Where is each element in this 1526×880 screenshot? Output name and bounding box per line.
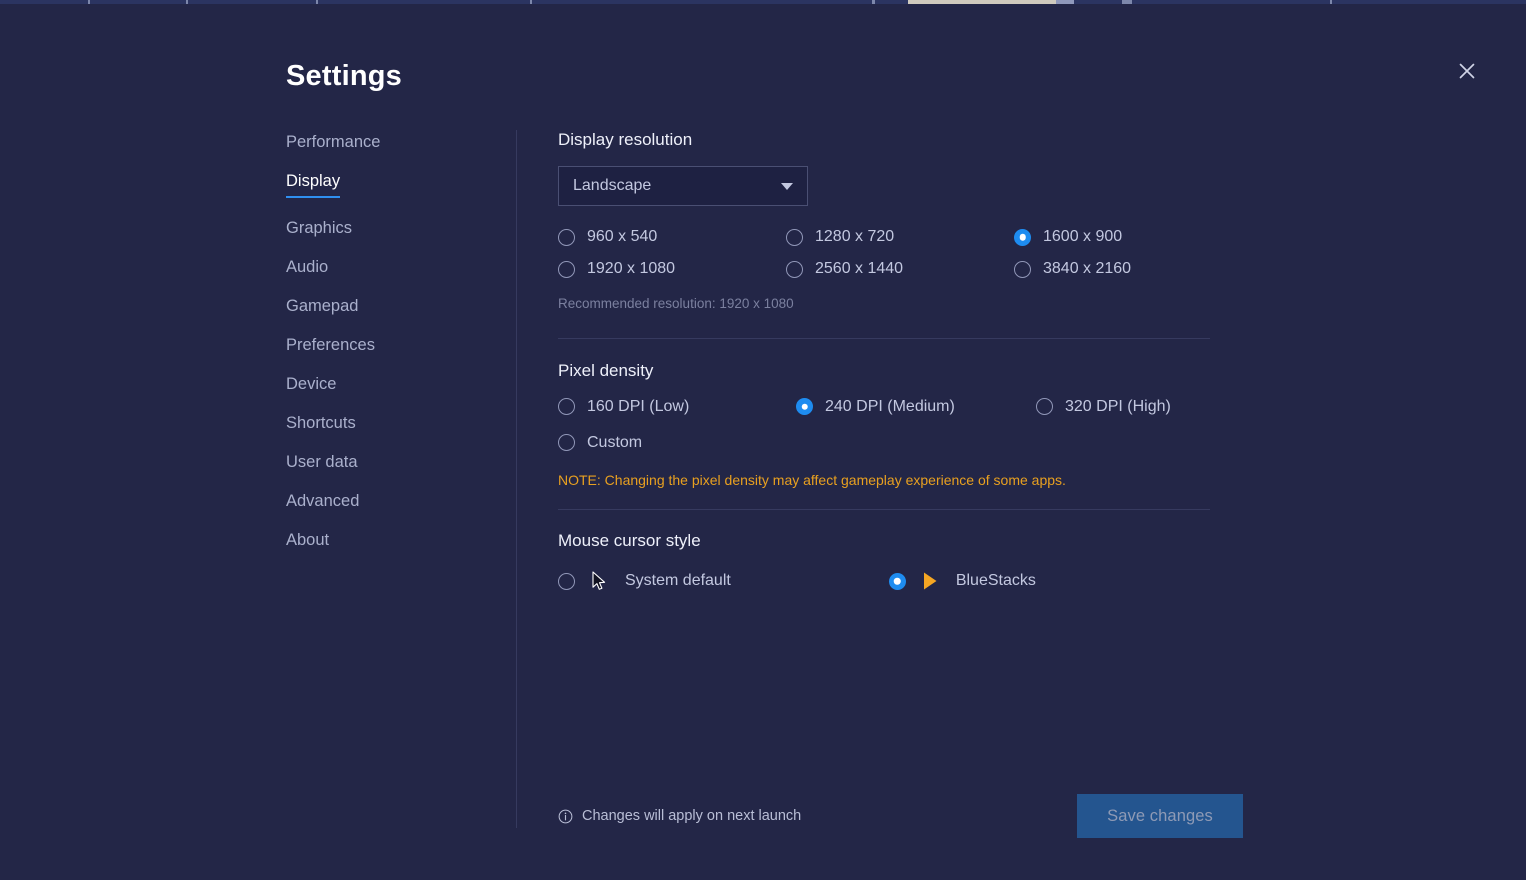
dpi-option-custom[interactable]: Custom xyxy=(558,434,786,452)
cursor-option-bluestacks[interactable]: BlueStacks xyxy=(888,571,1036,591)
page-title: Settings xyxy=(286,60,402,92)
pixel-density-section: Pixel density 160 DPI (Low) 240 DPI (Med… xyxy=(558,361,1210,488)
radio-indicator xyxy=(786,228,803,246)
resolution-option-2560x1440[interactable]: 2560 x 1440 xyxy=(786,260,1014,278)
mouse-cursor-heading: Mouse cursor style xyxy=(558,530,701,550)
sidebar-item-about[interactable]: About xyxy=(286,532,329,549)
cursor-label: System default xyxy=(625,572,731,590)
sidebar-content-divider xyxy=(516,130,517,828)
resolution-label: 960 x 540 xyxy=(587,228,658,246)
dpi-label: 240 DPI (Medium) xyxy=(825,397,955,415)
sidebar-item-gamepad[interactable]: Gamepad xyxy=(286,298,358,315)
settings-dialog: Settings Performance Display Graphics Au… xyxy=(0,4,1526,880)
radio-indicator xyxy=(558,398,575,416)
radio-indicator xyxy=(558,434,575,452)
sidebar-item-shortcuts[interactable]: Shortcuts xyxy=(286,415,356,432)
sidebar-item-display[interactable]: Display xyxy=(286,173,341,198)
sidebar-item-performance[interactable]: Performance xyxy=(286,134,380,151)
dpi-option-160[interactable]: 160 DPI (Low) xyxy=(558,398,786,416)
resolution-option-3840x2160[interactable]: 3840 x 2160 xyxy=(1014,260,1210,278)
orientation-select[interactable]: Landscape xyxy=(558,166,808,207)
resolution-label: 1280 x 720 xyxy=(815,228,895,246)
radio-indicator xyxy=(786,260,803,278)
resolution-radio-group: 960 x 540 1280 x 720 1600 x 900 1920 x 1… xyxy=(558,228,1210,278)
pixel-density-note: NOTE: Changing the pixel density may aff… xyxy=(558,471,1066,488)
sidebar-item-graphics[interactable]: Graphics xyxy=(286,220,352,237)
radio-indicator xyxy=(558,260,575,278)
cursor-option-system-default[interactable]: System default xyxy=(558,571,731,591)
settings-footer: Changes will apply on next launch Save c… xyxy=(558,794,1243,838)
chevron-down-icon xyxy=(781,182,793,190)
pixel-density-radio-group: 160 DPI (Low) 240 DPI (Medium) 320 DPI (… xyxy=(558,398,1210,452)
cursor-label: BlueStacks xyxy=(955,572,1036,590)
save-changes-button[interactable]: Save changes xyxy=(1077,794,1243,838)
dpi-option-320[interactable]: 320 DPI (High) xyxy=(1036,398,1210,416)
sidebar-item-advanced[interactable]: Advanced xyxy=(286,493,359,510)
mouse-cursor-style-section: Mouse cursor style System default BlueSt… xyxy=(558,531,1210,591)
sidebar-item-device[interactable]: Device xyxy=(286,376,336,393)
display-resolution-heading: Display resolution xyxy=(558,130,693,149)
resolution-option-960x540[interactable]: 960 x 540 xyxy=(558,228,786,246)
section-divider-1 xyxy=(558,338,1210,340)
apply-on-launch-text: Changes will apply on next launch xyxy=(582,808,802,824)
sidebar-item-preferences[interactable]: Preferences xyxy=(286,337,375,354)
resolution-label: 1920 x 1080 xyxy=(587,260,676,278)
dpi-label: 160 DPI (Low) xyxy=(587,397,690,415)
radio-indicator-selected xyxy=(796,398,813,416)
radio-indicator xyxy=(1014,260,1031,278)
orientation-select-value: Landscape xyxy=(573,177,652,195)
system-cursor-icon xyxy=(587,571,613,591)
apply-on-launch-note: Changes will apply on next launch xyxy=(558,808,801,824)
settings-sidebar: Performance Display Graphics Audio Gamep… xyxy=(286,134,501,571)
display-resolution-section: Display resolution Landscape 960 x 540 1… xyxy=(558,130,1210,311)
radio-indicator-selected xyxy=(888,572,906,590)
dpi-label: 320 DPI (High) xyxy=(1065,397,1171,415)
resolution-option-1280x720[interactable]: 1280 x 720 xyxy=(786,228,1014,246)
pixel-density-heading: Pixel density xyxy=(558,361,654,381)
resolution-label: 3840 x 2160 xyxy=(1043,260,1132,278)
resolution-label: 2560 x 1440 xyxy=(815,260,904,278)
resolution-option-1920x1080[interactable]: 1920 x 1080 xyxy=(558,260,786,278)
radio-indicator xyxy=(1036,398,1053,416)
sidebar-item-user-data[interactable]: User data xyxy=(286,454,358,471)
settings-content: Display resolution Landscape 960 x 540 1… xyxy=(558,130,1210,591)
mouse-cursor-radio-group: System default BlueStacks xyxy=(558,571,1210,591)
resolution-label: 1600 x 900 xyxy=(1043,228,1123,246)
recommended-resolution-hint: Recommended resolution: 1920 x 1080 xyxy=(558,296,794,312)
close-icon[interactable] xyxy=(1450,54,1484,88)
dpi-option-240[interactable]: 240 DPI (Medium) xyxy=(796,398,1014,416)
sidebar-item-audio[interactable]: Audio xyxy=(286,259,328,276)
dpi-label: Custom xyxy=(587,433,643,451)
resolution-option-1600x900[interactable]: 1600 x 900 xyxy=(1014,228,1210,246)
radio-indicator xyxy=(558,228,575,246)
info-icon xyxy=(558,809,573,824)
section-divider-2 xyxy=(558,508,1210,510)
bluestacks-cursor-icon xyxy=(918,571,944,591)
radio-indicator xyxy=(558,572,575,590)
radio-indicator-selected xyxy=(1014,228,1031,246)
